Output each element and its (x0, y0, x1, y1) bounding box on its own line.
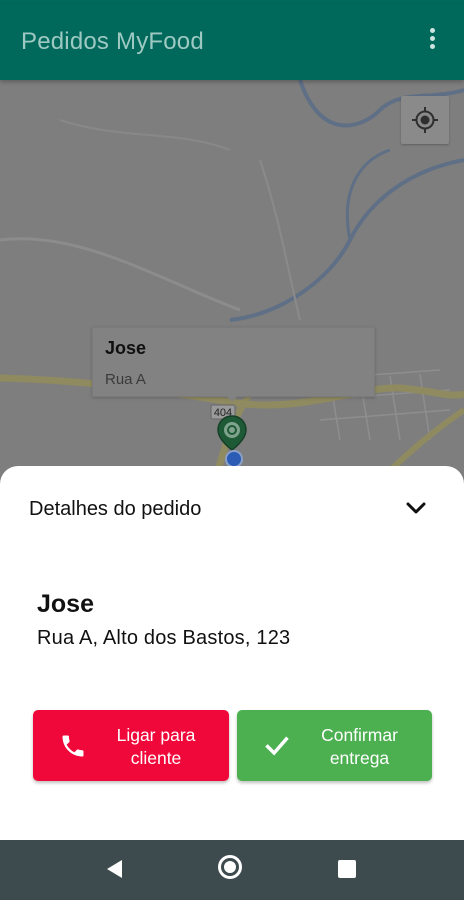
my-location-button[interactable] (401, 96, 449, 144)
call-customer-label: Ligar para cliente (116, 725, 196, 768)
system-navigation-bar (0, 840, 464, 900)
app-bar: Pedidos MyFood (0, 4, 464, 80)
home-circle-icon[interactable] (218, 855, 242, 879)
phone-icon (62, 735, 84, 757)
back-triangle-icon[interactable] (104, 858, 124, 880)
my-location-icon (412, 107, 438, 133)
chevron-down-icon[interactable] (404, 500, 428, 516)
recents-square-icon[interactable] (338, 860, 356, 878)
info-window-address: Rua A (105, 371, 146, 388)
confirm-delivery-button[interactable]: Confirmar entrega (237, 710, 432, 781)
sheet-title: Detalhes do pedido (29, 498, 202, 520)
confirm-delivery-label: Confirmar entrega (321, 725, 398, 768)
customer-address: Rua A, Alto dos Bastos, 123 (37, 627, 291, 649)
map-pin-icon[interactable] (216, 414, 248, 452)
info-window-pointer (225, 394, 239, 402)
check-icon (265, 736, 289, 756)
call-customer-button[interactable]: Ligar para cliente (33, 710, 229, 781)
customer-name: Jose (37, 590, 94, 618)
more-vert-icon[interactable] (420, 28, 444, 56)
info-window-name: Jose (105, 338, 147, 358)
order-details-sheet: Detalhes do pedido Jose Rua A, Alto dos … (0, 466, 464, 840)
map-info-window[interactable]: Jose Rua A (92, 327, 375, 397)
app-title: Pedidos MyFood (21, 28, 204, 55)
